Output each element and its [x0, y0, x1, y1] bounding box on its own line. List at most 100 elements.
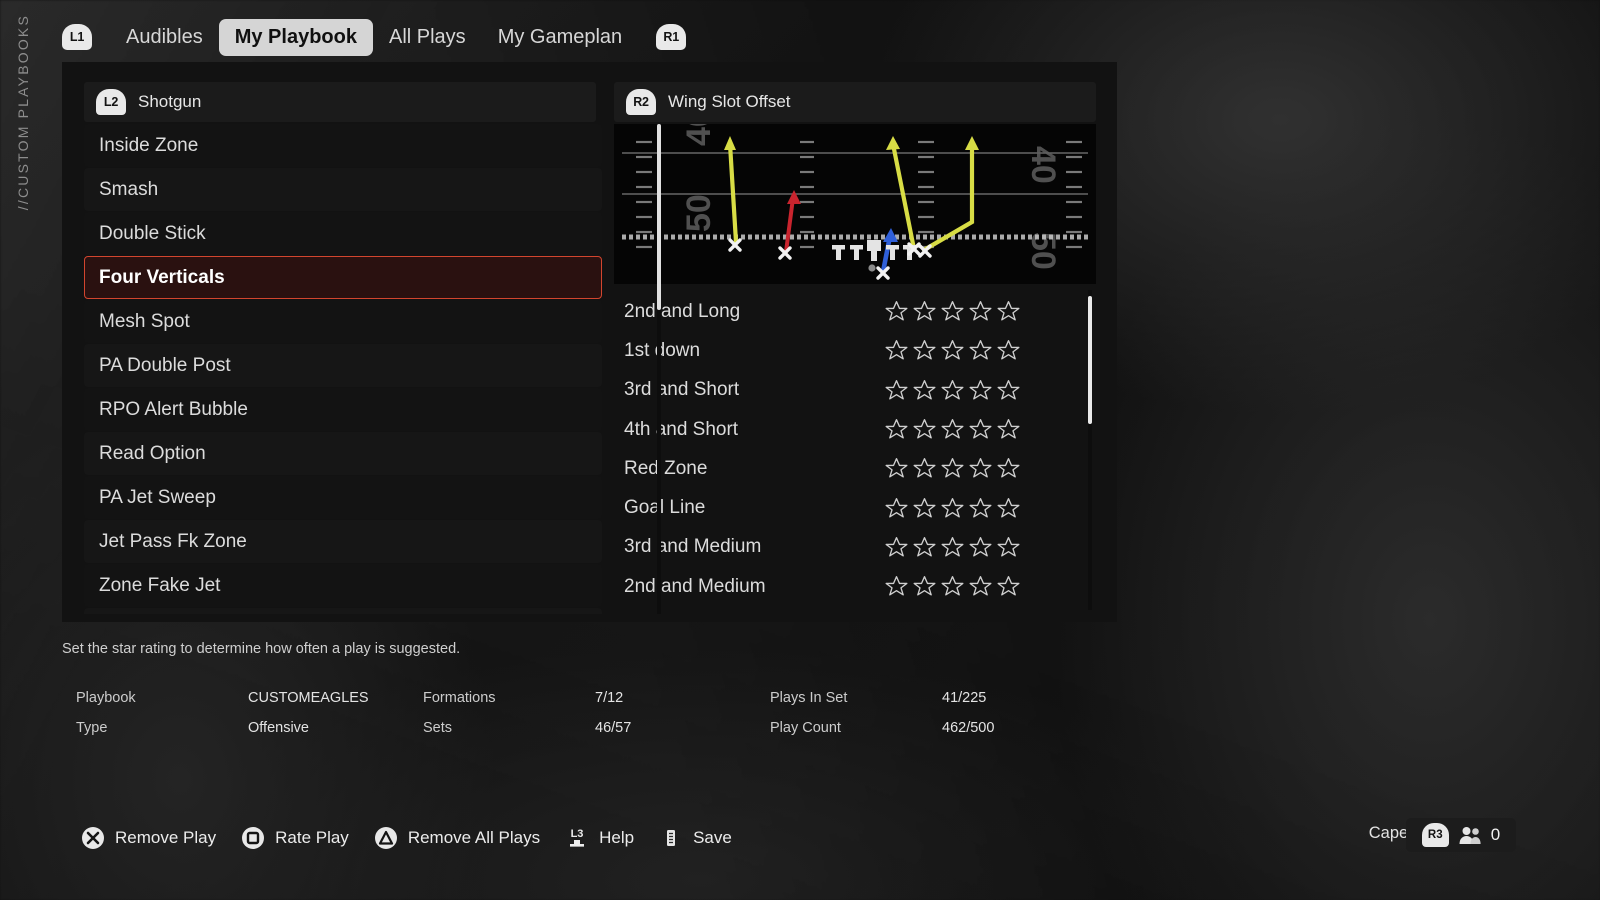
situation-row[interactable]: Goal Line — [614, 488, 1082, 527]
l1-bumper-icon[interactable]: L1 — [62, 24, 92, 50]
tab-all-plays[interactable]: All Plays — [373, 19, 482, 56]
star-empty-icon[interactable] — [968, 496, 993, 521]
situation-rating-list[interactable]: 2nd and Long 1st down 3rd and Short 4th and… — [614, 292, 1082, 614]
play-list-item[interactable]: Read Option — [84, 432, 602, 475]
play-list-item[interactable]: Inside Zone — [84, 124, 602, 167]
star-empty-icon[interactable] — [884, 417, 909, 442]
star-empty-icon[interactable] — [940, 496, 965, 521]
situation-row[interactable]: Red Zone — [614, 449, 1082, 488]
star-empty-icon[interactable] — [912, 456, 937, 481]
play-list-item[interactable]: Mesh Spot — [84, 300, 602, 343]
star-empty-icon[interactable] — [968, 417, 993, 442]
action-remove-play[interactable]: Remove Play — [80, 825, 216, 851]
stat-key: Plays In Set — [770, 690, 848, 706]
play-list-item[interactable] — [84, 608, 602, 614]
star-empty-icon[interactable] — [940, 299, 965, 324]
situation-star-rating[interactable] — [884, 299, 1021, 324]
star-empty-icon[interactable] — [940, 417, 965, 442]
situation-star-rating[interactable] — [884, 535, 1021, 560]
star-empty-icon[interactable] — [996, 535, 1021, 560]
situation-star-rating[interactable] — [884, 574, 1021, 599]
star-empty-icon[interactable] — [996, 338, 1021, 363]
star-empty-icon[interactable] — [996, 417, 1021, 442]
situation-star-rating[interactable] — [884, 378, 1021, 403]
action-remove-all-plays[interactable]: Remove All Plays — [373, 825, 540, 851]
playbook-stats-grid: Playbook CUSTOMEAGLES Formations 7/12 Plays … — [76, 690, 1076, 736]
star-empty-icon[interactable] — [940, 535, 965, 560]
star-empty-icon[interactable] — [940, 574, 965, 599]
star-empty-icon[interactable] — [912, 417, 937, 442]
star-empty-icon[interactable] — [884, 456, 909, 481]
play-list-item[interactable]: Zone Fake Jet — [84, 564, 602, 607]
rating-hint-text: Set the star rating to determine how oft… — [62, 641, 461, 657]
star-empty-icon[interactable] — [912, 299, 937, 324]
tab-audibles[interactable]: Audibles — [110, 19, 219, 56]
play-list-item[interactable]: PA Jet Sweep — [84, 476, 602, 519]
l2-trigger-icon[interactable]: L2 — [96, 89, 126, 115]
star-empty-icon[interactable] — [884, 299, 909, 324]
situation-row[interactable]: 2nd and Medium — [614, 567, 1082, 606]
r3-stick-icon[interactable]: R3 — [1421, 823, 1449, 847]
star-empty-icon[interactable] — [912, 496, 937, 521]
svg-text:L3: L3 — [571, 828, 584, 840]
play-list[interactable]: Inside Zone Smash Double Stick Four Vertica… — [84, 124, 602, 614]
star-empty-icon[interactable] — [912, 535, 937, 560]
star-empty-icon[interactable] — [968, 338, 993, 363]
situation-row[interactable]: 2nd and Long — [614, 292, 1082, 331]
star-empty-icon[interactable] — [968, 535, 993, 560]
star-empty-icon[interactable] — [884, 378, 909, 403]
stat-key: Play Count — [770, 720, 841, 736]
star-empty-icon[interactable] — [884, 574, 909, 599]
situation-star-rating[interactable] — [884, 338, 1021, 363]
play-list-item[interactable]: Smash — [84, 168, 602, 211]
star-empty-icon[interactable] — [884, 535, 909, 560]
situation-row[interactable]: 1st down — [614, 331, 1082, 370]
star-empty-icon[interactable] — [968, 378, 993, 403]
star-empty-icon[interactable] — [996, 574, 1021, 599]
play-name: Double Stick — [99, 222, 206, 244]
situation-scrollbar-thumb[interactable] — [1088, 296, 1092, 424]
star-empty-icon[interactable] — [912, 378, 937, 403]
star-empty-icon[interactable] — [968, 574, 993, 599]
play-list-item[interactable]: Double Stick — [84, 212, 602, 255]
r2-trigger-icon[interactable]: R2 — [626, 89, 656, 115]
star-empty-icon[interactable] — [884, 338, 909, 363]
star-empty-icon[interactable] — [968, 299, 993, 324]
star-empty-icon[interactable] — [940, 456, 965, 481]
play-list-item[interactable]: RPO Alert Bubble — [84, 388, 602, 431]
star-empty-icon[interactable] — [940, 378, 965, 403]
situation-row[interactable]: 3rd and Medium — [614, 528, 1082, 567]
action-save[interactable]: Save — [658, 825, 732, 851]
situation-row[interactable]: 3rd and Short — [614, 371, 1082, 410]
situation-row[interactable]: 4th and Short — [614, 410, 1082, 449]
star-empty-icon[interactable] — [912, 338, 937, 363]
star-empty-icon[interactable] — [968, 456, 993, 481]
tab-my-gameplan[interactable]: My Gameplan — [482, 19, 639, 56]
play-list-item[interactable]: PA Double Post — [84, 344, 602, 387]
play-name: PA Jet Sweep — [99, 486, 216, 508]
stat-key: Playbook — [76, 690, 136, 706]
set-detail-column: 40 50 40 50 2nd and Long 1st down 3rd an… — [614, 124, 1096, 614]
situation-star-rating[interactable] — [884, 456, 1021, 481]
situation-star-rating[interactable] — [884, 496, 1021, 521]
star-empty-icon[interactable] — [996, 456, 1021, 481]
action-rate-play[interactable]: Rate Play — [240, 825, 349, 851]
star-empty-icon[interactable] — [912, 574, 937, 599]
triangle-button-icon — [374, 827, 397, 849]
star-empty-icon[interactable] — [940, 338, 965, 363]
tab-my-playbook[interactable]: My Playbook — [218, 18, 373, 56]
play-list-item[interactable]: Four Verticals — [84, 256, 602, 299]
star-empty-icon[interactable] — [996, 378, 1021, 403]
star-empty-icon[interactable] — [996, 496, 1021, 521]
stat-key: Sets — [423, 720, 453, 736]
star-empty-icon[interactable] — [884, 496, 909, 521]
play-list-scrollbar-thumb[interactable] — [657, 124, 661, 310]
star-empty-icon[interactable] — [996, 299, 1021, 324]
play-name: RPO Alert Bubble — [99, 398, 248, 420]
situation-star-rating[interactable] — [884, 417, 1021, 442]
action-help[interactable]: L3 Help — [564, 825, 634, 851]
r1-bumper-icon[interactable]: R1 — [656, 24, 687, 50]
action-label: Remove All Plays — [407, 828, 541, 847]
play-list-item[interactable]: Jet Pass Fk Zone — [84, 520, 602, 563]
friends-indicator[interactable]: R3 0 — [1406, 818, 1516, 852]
